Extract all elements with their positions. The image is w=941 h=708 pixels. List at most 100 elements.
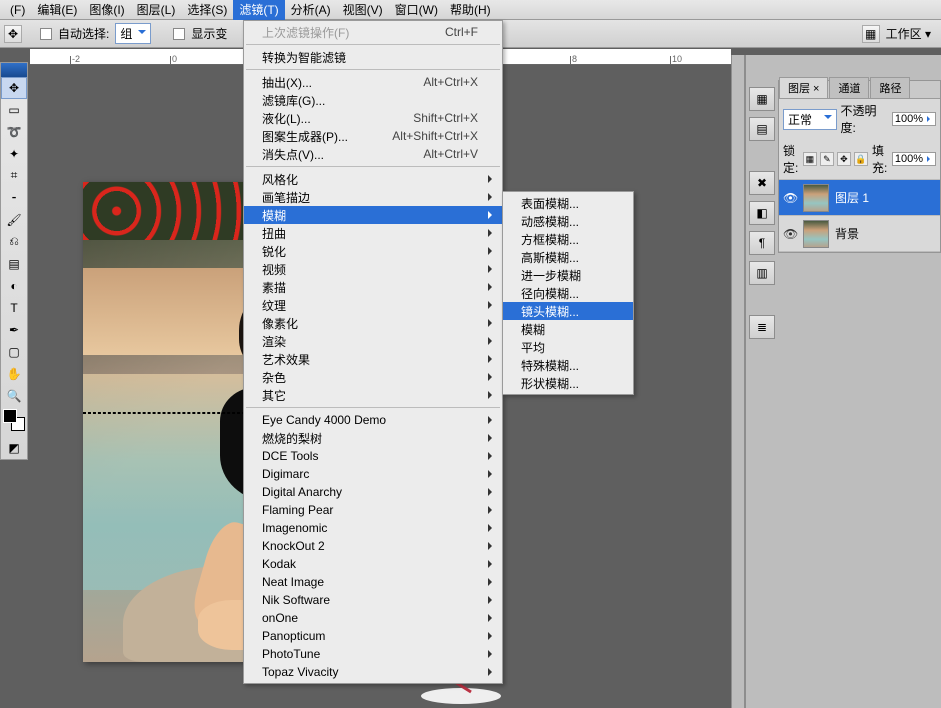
- filter-smart[interactable]: 转换为智能滤镜: [244, 48, 502, 66]
- lock-transparent-icon[interactable]: ▦: [803, 152, 817, 166]
- plugin-燃烧的梨树[interactable]: 燃烧的梨树: [244, 429, 502, 447]
- dock-navigator-icon[interactable]: ▦: [749, 87, 775, 111]
- filter-画笔描边[interactable]: 画笔描边: [244, 188, 502, 206]
- pen-tool[interactable]: ✒: [1, 319, 27, 341]
- filter-gallery[interactable]: 滤镜库(G)...: [244, 91, 502, 109]
- hand-tool[interactable]: ✋: [1, 363, 27, 385]
- plugin-Eye-Candy-4000-Demo[interactable]: Eye Candy 4000 Demo: [244, 411, 502, 429]
- show-transform-checkbox[interactable]: [173, 28, 185, 40]
- filter-锐化[interactable]: 锐化: [244, 242, 502, 260]
- blur-方框模糊...[interactable]: 方框模糊...: [503, 230, 633, 248]
- plugin-onOne[interactable]: onOne: [244, 609, 502, 627]
- eyedropper-tool[interactable]: ⁃: [1, 187, 27, 209]
- layer-row[interactable]: 👁图层 1: [779, 180, 940, 216]
- filter-扭曲[interactable]: 扭曲: [244, 224, 502, 242]
- filter-vanish[interactable]: 消失点(V)...Alt+Ctrl+V: [244, 145, 502, 163]
- filter-extract[interactable]: 抽出(X)...Alt+Ctrl+X: [244, 73, 502, 91]
- blur-特殊模糊...[interactable]: 特殊模糊...: [503, 356, 633, 374]
- plugin-Panopticum[interactable]: Panopticum: [244, 627, 502, 645]
- filter-其它[interactable]: 其它: [244, 386, 502, 404]
- blur-模糊[interactable]: 模糊: [503, 320, 633, 338]
- lasso-tool[interactable]: ➰: [1, 121, 27, 143]
- filter-杂色[interactable]: 杂色: [244, 368, 502, 386]
- lock-pixels-icon[interactable]: ✎: [820, 152, 834, 166]
- filter-艺术效果[interactable]: 艺术效果: [244, 350, 502, 368]
- menu-analysis[interactable]: 分析(A): [285, 0, 337, 20]
- filter-风格化[interactable]: 风格化: [244, 170, 502, 188]
- menu-view[interactable]: 视图(V): [337, 0, 389, 20]
- tab-channels[interactable]: 通道: [829, 77, 869, 98]
- plugin-Digimarc[interactable]: Digimarc: [244, 465, 502, 483]
- menu-filter[interactable]: 滤镜(T): [233, 0, 284, 20]
- plugin-KnockOut-2[interactable]: KnockOut 2: [244, 537, 502, 555]
- visibility-icon[interactable]: 👁: [783, 227, 797, 241]
- menu-window[interactable]: 窗口(W): [389, 0, 444, 20]
- plugin-Flaming-Pear[interactable]: Flaming Pear: [244, 501, 502, 519]
- tab-paths[interactable]: 路径: [870, 77, 910, 98]
- plugin-DCE-Tools[interactable]: DCE Tools: [244, 447, 502, 465]
- filter-视频[interactable]: 视频: [244, 260, 502, 278]
- toolbox-header[interactable]: [1, 63, 27, 77]
- dock-swatch-icon[interactable]: ▥: [749, 261, 775, 285]
- fill-input[interactable]: 100%: [892, 152, 936, 166]
- layer-row[interactable]: 👁背景: [779, 216, 940, 252]
- menu-layer[interactable]: 图层(L): [131, 0, 182, 20]
- menu-file[interactable]: (F): [4, 1, 31, 19]
- lock-position-icon[interactable]: ✥: [837, 152, 851, 166]
- foreground-swatch[interactable]: [3, 409, 17, 423]
- crop-tool[interactable]: ⌗: [1, 165, 27, 187]
- filter-渲染[interactable]: 渲染: [244, 332, 502, 350]
- stamp-tool[interactable]: ⎌: [1, 231, 27, 253]
- blur-进一步模糊[interactable]: 进一步模糊: [503, 266, 633, 284]
- menu-help[interactable]: 帮助(H): [444, 0, 497, 20]
- opacity-input[interactable]: 100%: [892, 112, 936, 126]
- filter-素描[interactable]: 素描: [244, 278, 502, 296]
- color-swatches[interactable]: [1, 407, 27, 437]
- type-tool[interactable]: T: [1, 297, 27, 319]
- dock-histogram-icon[interactable]: ▤: [749, 117, 775, 141]
- filter-pattern[interactable]: 图案生成器(P)...Alt+Shift+Ctrl+X: [244, 127, 502, 145]
- blur-平均[interactable]: 平均: [503, 338, 633, 356]
- dock-info-icon[interactable]: ≣: [749, 315, 775, 339]
- plugin-Kodak[interactable]: Kodak: [244, 555, 502, 573]
- wand-tool[interactable]: ✦: [1, 143, 27, 165]
- plugin-PhotoTune[interactable]: PhotoTune: [244, 645, 502, 663]
- blur-动感模糊...[interactable]: 动感模糊...: [503, 212, 633, 230]
- brush-tool[interactable]: 🖌: [1, 209, 27, 231]
- plugin-Imagenomic[interactable]: Imagenomic: [244, 519, 502, 537]
- tab-layers[interactable]: 图层 ×: [779, 77, 828, 98]
- blur-形状模糊...[interactable]: 形状模糊...: [503, 374, 633, 392]
- filter-纹理[interactable]: 纹理: [244, 296, 502, 314]
- screen-mode-icon[interactable]: ▦: [862, 25, 880, 43]
- dock-char-icon[interactable]: ¶: [749, 231, 775, 255]
- menu-select[interactable]: 选择(S): [181, 0, 233, 20]
- blur-表面模糊...[interactable]: 表面模糊...: [503, 194, 633, 212]
- dodge-tool[interactable]: ◐: [1, 275, 27, 297]
- dock-brush-icon[interactable]: ◧: [749, 201, 775, 225]
- filter-last[interactable]: 上次滤镜操作(F)Ctrl+F: [244, 23, 502, 41]
- filter-模糊[interactable]: 模糊: [244, 206, 502, 224]
- zoom-tool[interactable]: 🔍: [1, 385, 27, 407]
- quickmask-tool[interactable]: ◩: [1, 437, 27, 459]
- blur-径向模糊...[interactable]: 径向模糊...: [503, 284, 633, 302]
- menu-edit[interactable]: 编辑(E): [31, 0, 83, 20]
- workspace-button[interactable]: 工作区 ▾: [886, 25, 931, 42]
- auto-select-checkbox[interactable]: [40, 28, 52, 40]
- visibility-icon[interactable]: 👁: [783, 191, 797, 205]
- dock-tools-icon[interactable]: ✖: [749, 171, 775, 195]
- menu-image[interactable]: 图像(I): [83, 0, 130, 20]
- plugin-Topaz-Vivacity[interactable]: Topaz Vivacity: [244, 663, 502, 681]
- blur-高斯模糊...[interactable]: 高斯模糊...: [503, 248, 633, 266]
- move-tool[interactable]: ✥: [1, 77, 27, 99]
- filter-像素化[interactable]: 像素化: [244, 314, 502, 332]
- plugin-Digital-Anarchy[interactable]: Digital Anarchy: [244, 483, 502, 501]
- marquee-tool[interactable]: ▭: [1, 99, 27, 121]
- shape-tool[interactable]: ▢: [1, 341, 27, 363]
- gradient-tool[interactable]: ▤: [1, 253, 27, 275]
- plugin-Neat-Image[interactable]: Neat Image: [244, 573, 502, 591]
- filter-liquify[interactable]: 液化(L)...Shift+Ctrl+X: [244, 109, 502, 127]
- plugin-Nik-Software[interactable]: Nik Software: [244, 591, 502, 609]
- lock-all-icon[interactable]: 🔒: [854, 152, 868, 166]
- blur-镜头模糊...[interactable]: 镜头模糊...: [503, 302, 633, 320]
- blend-mode-dropdown[interactable]: 正常: [783, 109, 837, 130]
